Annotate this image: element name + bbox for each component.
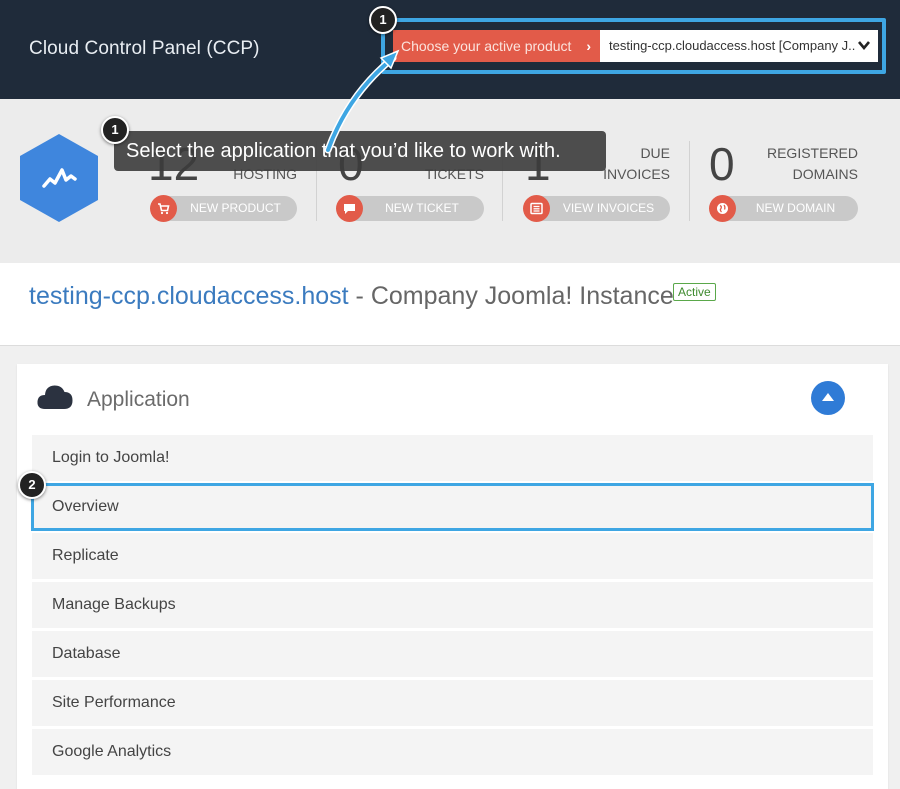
stat-divider bbox=[689, 141, 690, 221]
top-header: Cloud Control Panel (CCP) Choose your ac… bbox=[0, 0, 900, 99]
callout-badge-2: 2 bbox=[18, 471, 46, 499]
new-domain-label: NEW DOMAIN bbox=[755, 201, 836, 215]
product-label: Choose your active product › bbox=[393, 30, 600, 62]
site-header: testing-ccp.cloudaccess.host - Company J… bbox=[0, 263, 900, 346]
new-domain-button[interactable]: NEW DOMAIN bbox=[709, 195, 858, 222]
stat-label: DUE INVOICES bbox=[603, 145, 670, 182]
new-product-label: NEW PRODUCT bbox=[190, 201, 281, 215]
cart-icon bbox=[150, 195, 177, 222]
callout-badge-1: 1 bbox=[369, 6, 397, 34]
new-product-button[interactable]: NEW PRODUCT bbox=[150, 195, 297, 222]
app-title: Cloud Control Panel (CCP) bbox=[29, 38, 260, 59]
callout-badge-1: 1 bbox=[101, 116, 129, 144]
page-title: testing-ccp.cloudaccess.host - Company J… bbox=[29, 282, 674, 310]
view-invoices-button[interactable]: VIEW INVOICES bbox=[523, 195, 670, 222]
panel-title: Application bbox=[87, 388, 190, 411]
active-product-selector[interactable]: Choose your active product › testing-ccp… bbox=[381, 18, 886, 74]
chevron-down-icon[interactable] bbox=[856, 30, 872, 62]
tutorial-tooltip: Select the application that you’d like t… bbox=[114, 131, 606, 171]
menu-item-database[interactable]: Database bbox=[32, 631, 873, 677]
chat-bubble-icon bbox=[336, 195, 363, 222]
product-dropdown-value: testing-ccp.cloudaccess.host [Company J.… bbox=[609, 38, 860, 53]
product-dropdown[interactable]: testing-ccp.cloudaccess.host [Company J.… bbox=[600, 30, 878, 62]
stat-domains: 0 REGISTERED DOMAINS NEW DOMAIN bbox=[709, 139, 858, 229]
cloud-icon bbox=[37, 385, 73, 409]
globe-icon bbox=[709, 195, 736, 222]
application-menu: Login to Joomla! Overview Replicate Mana… bbox=[31, 435, 874, 778]
app-logo-icon bbox=[20, 134, 98, 222]
menu-item-replicate[interactable]: Replicate bbox=[32, 533, 873, 579]
chevron-right-icon: › bbox=[586, 38, 591, 54]
new-ticket-label: NEW TICKET bbox=[385, 201, 459, 215]
stats-band: 12 HOSTING NEW PRODUCT 0 TICKETS NEW TIC… bbox=[0, 99, 900, 263]
menu-item-site-performance[interactable]: Site Performance bbox=[32, 680, 873, 726]
menu-item-overview[interactable]: Overview bbox=[31, 483, 874, 531]
menu-item-manage-backups[interactable]: Manage Backups bbox=[32, 582, 873, 628]
chevron-up-icon bbox=[822, 393, 834, 401]
collapse-button[interactable] bbox=[811, 381, 845, 415]
status-badge: Active bbox=[673, 283, 716, 301]
stat-number: 0 bbox=[709, 138, 735, 190]
application-panel: Application Login to Joomla! Overview Re… bbox=[17, 364, 888, 789]
stat-label: REGISTERED DOMAINS bbox=[766, 145, 858, 182]
site-name: Company Joomla! Instance bbox=[370, 282, 674, 310]
site-host-link[interactable]: testing-ccp.cloudaccess.host bbox=[29, 282, 349, 310]
menu-item-login[interactable]: Login to Joomla! bbox=[32, 435, 873, 481]
new-ticket-button[interactable]: NEW TICKET bbox=[336, 195, 484, 222]
menu-item-google-analytics[interactable]: Google Analytics bbox=[32, 729, 873, 775]
product-label-text: Choose your active product bbox=[401, 38, 572, 54]
view-invoices-label: VIEW INVOICES bbox=[562, 201, 655, 215]
list-icon bbox=[523, 195, 550, 222]
